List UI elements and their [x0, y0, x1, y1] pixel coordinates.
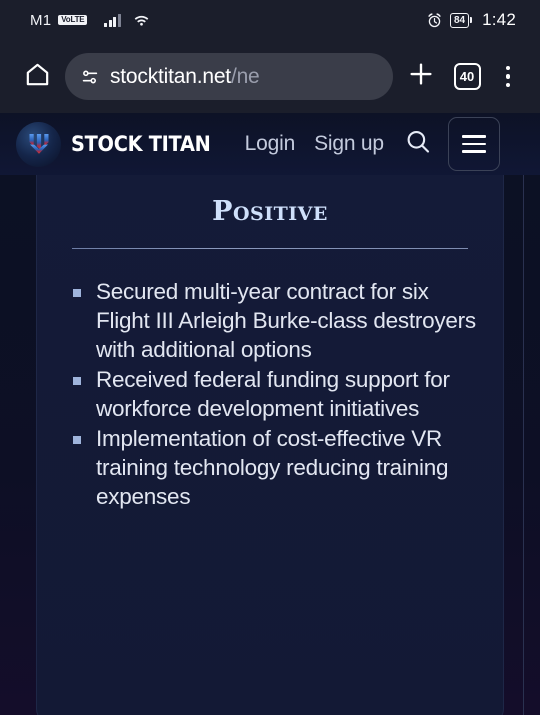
carrier-label: M1 — [30, 11, 52, 29]
signup-link[interactable]: Sign up — [314, 132, 384, 156]
new-tab-button[interactable] — [398, 54, 444, 100]
url-bar[interactable]: stocktitan.net/ne — [65, 53, 393, 100]
search-icon — [403, 127, 433, 162]
login-link[interactable]: Login — [245, 132, 296, 156]
page-info-icon[interactable] — [79, 66, 101, 88]
home-button[interactable] — [14, 54, 60, 100]
vertical-scrollbar[interactable] — [523, 175, 524, 715]
list-item: Implementation of cost-effective VR trai… — [71, 424, 477, 511]
list-item: Received federal funding support for wor… — [71, 365, 477, 423]
header-nav: Login Sign up — [245, 132, 384, 156]
search-button[interactable] — [402, 128, 434, 160]
brand-link[interactable]: STOCK TITAN — [16, 121, 223, 167]
page-content: Positive Secured multi-year contract for… — [0, 175, 540, 715]
positive-card-title: Positive — [212, 196, 328, 227]
battery-indicator: 84 — [449, 12, 473, 28]
clock-label: 1:42 — [482, 10, 516, 29]
hamburger-menu-icon-line-1 — [461, 135, 486, 138]
status-bar: M1 VoLTE 84 1:42 — [0, 0, 540, 40]
tab-count-badge: 40 — [453, 63, 481, 90]
hamburger-menu-icon-line-3 — [461, 150, 486, 153]
status-bar-right: 84 1:42 — [427, 0, 516, 40]
url-domain: stocktitan.net — [110, 64, 231, 88]
browser-menu-button[interactable] — [490, 54, 526, 100]
alarm-clock-icon — [427, 12, 442, 28]
list-item: Secured multi-year contract for six Flig… — [71, 277, 477, 364]
browser-toolbar: stocktitan.net/ne 40 — [0, 40, 540, 113]
more-vertical-icon-dot-3 — [505, 82, 511, 88]
wifi-icon — [128, 13, 150, 27]
url-text: stocktitan.net/ne — [110, 65, 260, 89]
volte-badge: VoLTE — [58, 14, 88, 26]
status-bar-left: M1 VoLTE — [30, 12, 150, 29]
site-header: STOCK TITAN Login Sign up — [0, 113, 540, 175]
battery-tip — [470, 17, 473, 23]
stock-titan-logo-icon — [16, 121, 61, 167]
tab-switcher-button[interactable]: 40 — [444, 54, 490, 100]
positive-card: Positive Secured multi-year contract for… — [36, 175, 504, 715]
positive-card-divider — [72, 248, 468, 249]
more-vertical-icon-dot-2 — [505, 74, 511, 79]
hamburger-menu-button[interactable] — [447, 117, 500, 171]
hamburger-menu-icon-line-2 — [461, 142, 486, 146]
signal-bars-icon — [104, 13, 121, 27]
plus-icon — [406, 59, 436, 94]
more-vertical-icon-dot-1 — [505, 65, 511, 71]
brand-name: STOCK TITAN — [71, 132, 211, 156]
home-icon — [23, 60, 52, 94]
positive-bullet-list: Secured multi-year contract for six Flig… — [71, 277, 477, 511]
battery-level-label: 84 — [449, 12, 470, 28]
url-path: /ne — [230, 64, 260, 88]
